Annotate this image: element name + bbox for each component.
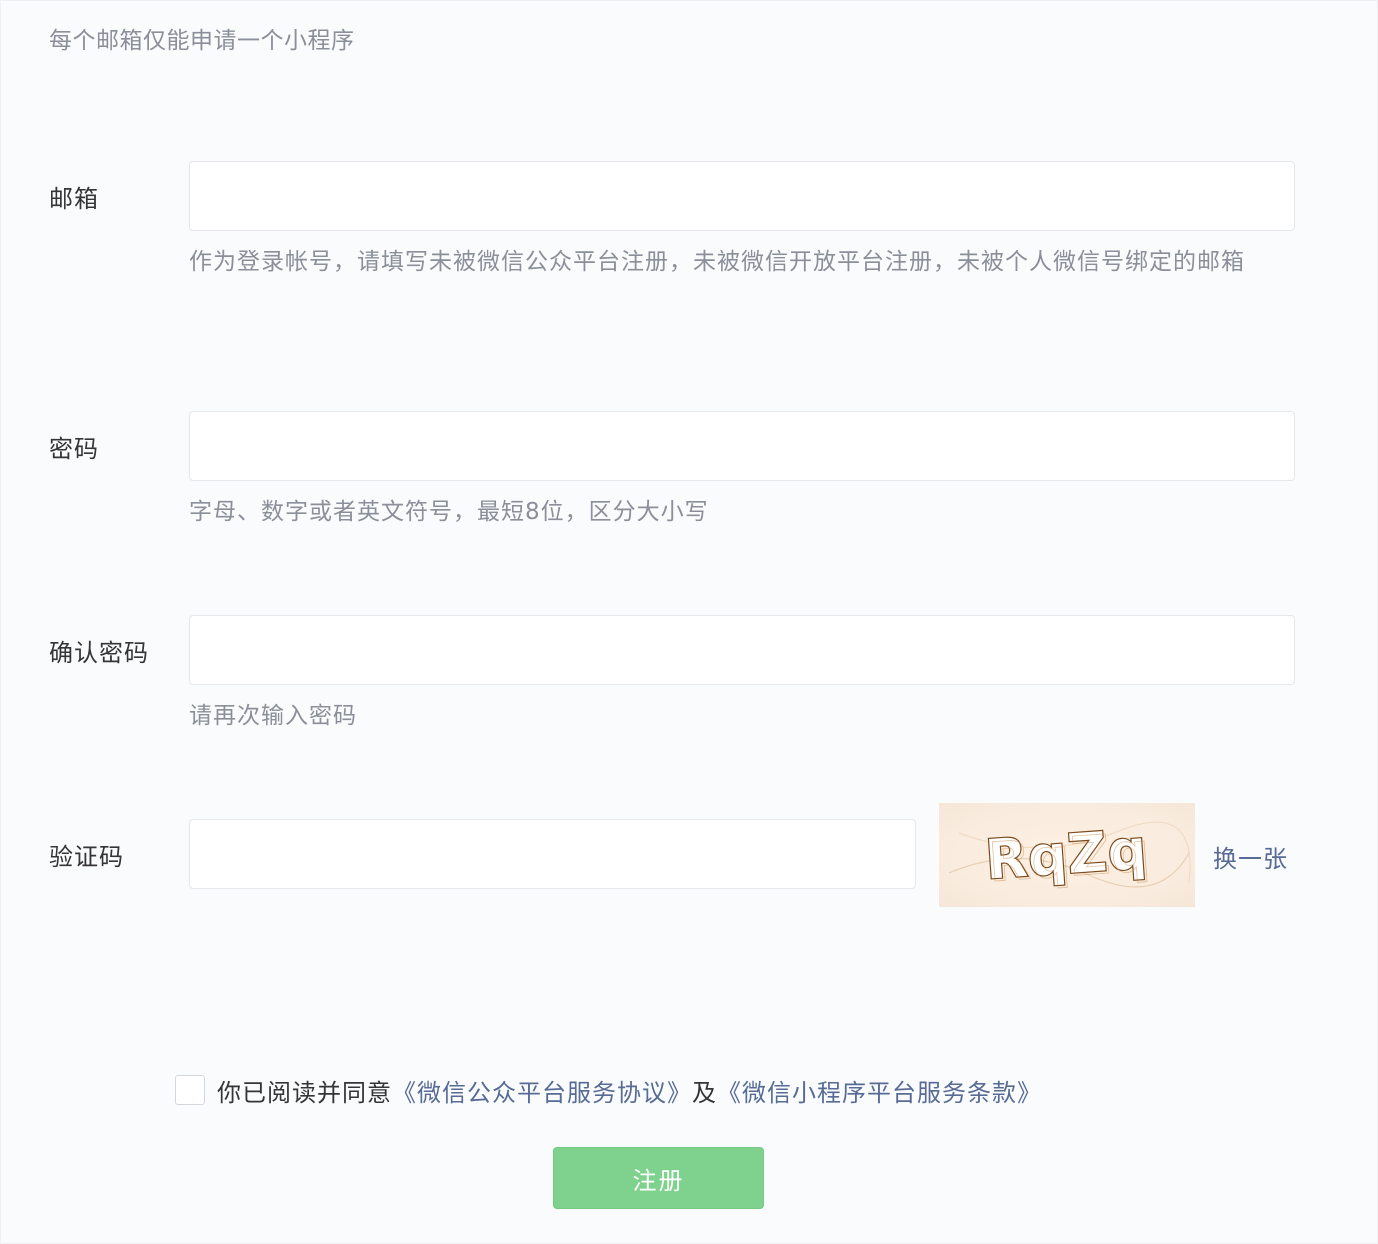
miniprogram-terms-link[interactable]: 《微信小程序平台服务条款》 bbox=[717, 1073, 1042, 1108]
confirm-password-hint: 请再次输入密码 bbox=[189, 703, 357, 729]
top-tip: 每个邮箱仅能申请一个小程序 bbox=[49, 28, 355, 54]
captcha-label: 验证码 bbox=[49, 843, 124, 871]
email-label: 邮箱 bbox=[49, 185, 99, 213]
email-hint: 作为登录帐号，请填写未被微信公众平台注册，未被微信开放平台注册，未被个人微信号绑… bbox=[189, 249, 1245, 275]
refresh-captcha-link[interactable]: 换一张 bbox=[1213, 839, 1288, 874]
confirm-password-label: 确认密码 bbox=[49, 639, 149, 667]
captcha-image[interactable]: RqZq RqZq bbox=[939, 803, 1195, 907]
password-hint: 字母、数字或者英文符号，最短8位，区分大小写 bbox=[189, 499, 709, 525]
agreement-conjunction: 及 bbox=[692, 1078, 717, 1107]
captcha-input[interactable] bbox=[189, 819, 916, 889]
captcha-graphic: RqZq RqZq bbox=[948, 816, 1191, 895]
captcha-code-shadow: RqZq bbox=[987, 820, 1153, 894]
password-input[interactable] bbox=[189, 411, 1295, 481]
agreement-prefix: 你已阅读并同意 bbox=[217, 1078, 392, 1107]
confirm-password-input[interactable] bbox=[189, 615, 1295, 685]
agreement-row: 你已阅读并同意 《微信公众平台服务协议》 及 《微信小程序平台服务条款》 bbox=[175, 1073, 1042, 1107]
password-label: 密码 bbox=[49, 435, 99, 463]
agreement-checkbox[interactable] bbox=[175, 1075, 205, 1105]
service-agreement-link[interactable]: 《微信公众平台服务协议》 bbox=[392, 1073, 692, 1108]
email-input[interactable] bbox=[189, 161, 1295, 231]
register-form-panel: 每个邮箱仅能申请一个小程序 邮箱 作为登录帐号，请填写未被微信公众平台注册，未被… bbox=[0, 0, 1378, 1244]
register-button[interactable]: 注册 bbox=[553, 1147, 764, 1209]
